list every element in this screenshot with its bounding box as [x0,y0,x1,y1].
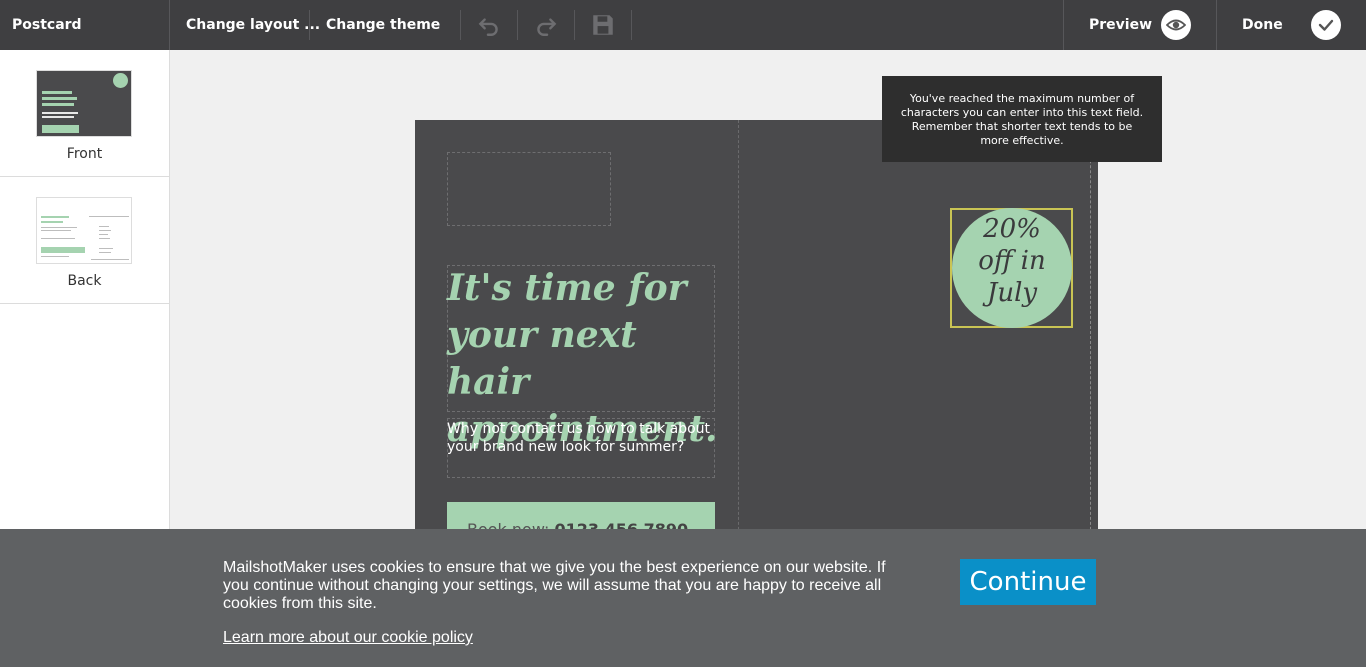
toolbar-divider [1063,0,1064,50]
cookie-message: MailshotMaker uses cookies to ensure tha… [223,559,886,612]
page-thumb-back[interactable]: Back [0,177,169,304]
change-theme-button[interactable]: Change theme [326,0,440,50]
toolbar-divider [574,10,575,40]
back-thumbnail[interactable] [36,197,132,264]
front-thumbnail[interactable] [36,70,132,137]
offer-text[interactable]: 20% off in July [952,213,1072,309]
toolbar-divider [169,0,170,50]
eye-icon[interactable] [1161,10,1191,40]
preview-button[interactable]: Preview [1089,0,1152,50]
change-layout-button[interactable]: Change layout ... [186,0,320,50]
app-title: Postcard [12,17,82,33]
toolbar-divider [631,10,632,40]
done-button[interactable]: Done [1242,0,1283,50]
cookie-banner: MailshotMaker uses cookies to ensure tha… [0,529,1366,667]
toolbar-divider [517,10,518,40]
bleed-guide [1090,120,1098,550]
cookie-policy-link[interactable]: Learn more about our cookie policy [223,629,473,647]
offer-text-frame[interactable]: 20% off in July [950,208,1073,328]
toolbar-divider [309,10,310,40]
toolbar-divider [1216,0,1217,50]
logo-placeholder[interactable] [447,152,611,226]
postcard-front: It's time for your next hair appointment… [415,120,1098,550]
redo-icon[interactable] [533,12,559,38]
page-label-back: Back [67,273,102,289]
page-label-front: Front [66,146,103,162]
check-icon[interactable] [1311,10,1341,40]
page-thumb-front[interactable]: Front [0,50,169,177]
top-toolbar: Postcard Change layout ... Change theme … [0,0,1366,50]
save-icon[interactable] [590,12,616,38]
undo-icon[interactable] [476,12,502,38]
subtext[interactable]: Why not contact us now to talk about you… [447,420,717,456]
toolbar-divider [460,10,461,40]
fold-guide [738,120,739,550]
continue-button[interactable]: Continue [960,559,1096,605]
offer-badge: 20% off in July [952,208,1072,328]
max-chars-tooltip: You've reached the maximum number of cha… [882,76,1162,162]
